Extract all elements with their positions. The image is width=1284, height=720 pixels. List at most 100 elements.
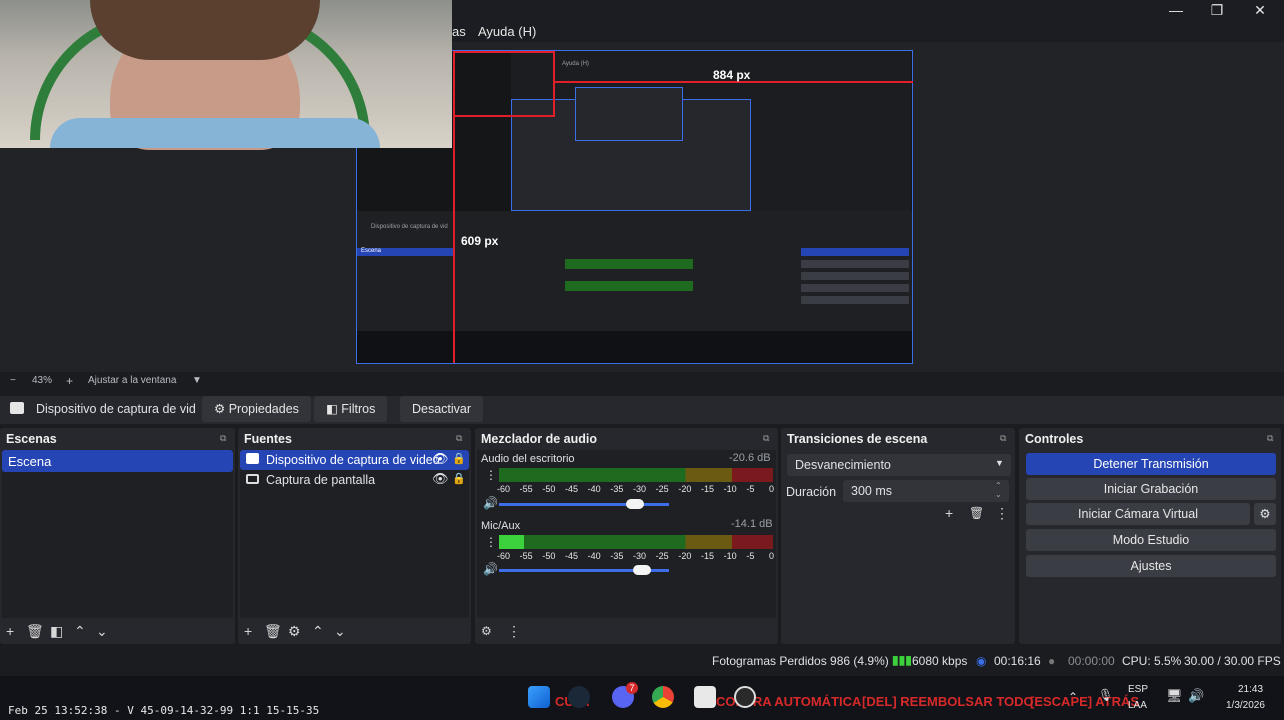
- zoom-fit[interactable]: Ajustar a la ventana: [88, 375, 176, 386]
- chrome-icon[interactable]: [652, 686, 674, 708]
- lang-2[interactable]: LAA: [1128, 700, 1147, 711]
- add-scene-button[interactable]: +: [6, 623, 14, 639]
- stepper-up-icon[interactable]: ⌃: [995, 481, 1002, 490]
- meter-tick-label: -15: [701, 551, 715, 561]
- nested-title: Ayuda (H): [562, 61, 589, 67]
- speaker-icon[interactable]: 🔊: [483, 496, 498, 510]
- obs-icon[interactable]: [734, 686, 756, 708]
- speaker-icon[interactable]: 🔊: [483, 562, 498, 576]
- move-up-icon[interactable]: ⌃: [74, 623, 86, 640]
- dock-float-icon[interactable]: ⧉: [1267, 433, 1273, 444]
- deactivate-button[interactable]: Desactivar: [400, 396, 484, 422]
- meter-tick-label: 0: [769, 551, 775, 561]
- add-transition-button[interactable]: +: [945, 505, 953, 521]
- steam-icon[interactable]: [568, 686, 590, 708]
- duration-field[interactable]: 300 ms ⌃ ⌄: [843, 480, 1009, 502]
- record-time: 00:00:00: [1068, 654, 1115, 668]
- channel-name-0: Audio del escritorio: [481, 453, 575, 465]
- dock-float-icon[interactable]: ⧉: [763, 433, 769, 444]
- clock-date[interactable]: 1/3/2026: [1226, 700, 1265, 711]
- filters-button[interactable]: ◧ Filtros: [314, 396, 388, 422]
- menu-dots-icon[interactable]: ⋮: [995, 505, 1009, 522]
- menu-fragment[interactable]: as: [452, 24, 466, 39]
- hair-shape: [90, 0, 320, 60]
- volume-knob-1[interactable]: [632, 565, 651, 575]
- signal-icon: ▮▮▮: [892, 653, 912, 667]
- menu-dots-icon[interactable]: ⋮: [485, 468, 497, 482]
- menu-dots-icon[interactable]: ⋮: [507, 623, 521, 640]
- height-label: 609 px: [461, 234, 499, 248]
- meter-tick-label: -30: [633, 484, 647, 494]
- meter-ticks-1: -60 -55 -50 -45 -40 -35 -30 -25 -20 -15 -10 -5 0: [497, 551, 775, 563]
- clock-time[interactable]: 21:43: [1238, 684, 1263, 695]
- scenes-list: Escena: [2, 450, 233, 618]
- source-label-0: Dispositivo de captura de video: [266, 453, 440, 467]
- fps: 30.00 / 30.00 FPS: [1184, 654, 1281, 668]
- meter-tick-label: -40: [587, 551, 601, 561]
- scene-item[interactable]: Escena: [2, 450, 233, 472]
- app-icon[interactable]: [694, 686, 716, 708]
- add-source-button[interactable]: +: [244, 623, 252, 639]
- meter-tick-label: -55: [519, 484, 533, 494]
- chevron-down-icon[interactable]: ▼: [192, 375, 202, 386]
- zoom-out-button[interactable]: −: [10, 375, 16, 386]
- gear-icon[interactable]: ⚙: [481, 624, 492, 638]
- meter-tick-label: -10: [723, 551, 737, 561]
- minimize-button[interactable]: —: [1156, 2, 1196, 18]
- maximize-button[interactable]: ❐: [1197, 2, 1237, 18]
- meter-tick-label: -45: [565, 551, 579, 561]
- eye-icon[interactable]: 👁: [432, 451, 449, 467]
- duration-label: Duración: [786, 485, 837, 499]
- source-item-0[interactable]: Dispositivo de captura de video 👁 🔒: [240, 450, 469, 470]
- meter-tick-label: -20: [678, 484, 692, 494]
- transition-select[interactable]: Desvanecimiento ▼: [787, 454, 1011, 476]
- move-down-icon[interactable]: ⌄: [96, 623, 108, 640]
- start-virtual-camera-button[interactable]: Iniciar Cámara Virtual: [1026, 503, 1250, 525]
- lock-icon[interactable]: 🔒: [452, 472, 466, 485]
- overlay-red-2: [DEL] REEMBOLSAR TODO: [862, 694, 1034, 709]
- chevron-up-icon[interactable]: ⌃: [1068, 690, 1078, 704]
- stop-stream-button[interactable]: Detener Transmisión: [1026, 453, 1276, 475]
- scenes-title: Escenas: [6, 432, 57, 446]
- trash-icon[interactable]: 🗑: [26, 623, 44, 640]
- studio-mode-button[interactable]: Modo Estudio: [1026, 529, 1276, 551]
- guide-vertical: [453, 51, 455, 363]
- meter-tick-label: -45: [565, 484, 579, 494]
- close-button[interactable]: ✕: [1240, 2, 1280, 18]
- dock-float-icon[interactable]: ⧉: [1000, 433, 1006, 444]
- dock-float-icon[interactable]: ⧉: [220, 433, 226, 444]
- stepper-down-icon[interactable]: ⌄: [995, 490, 1002, 499]
- sources-title: Fuentes: [244, 432, 292, 446]
- filters-label: Filtros: [341, 402, 376, 416]
- dock-float-icon[interactable]: ⧉: [456, 433, 462, 444]
- nested-scene: Escena: [361, 248, 382, 254]
- meter-tick-label: -40: [587, 484, 601, 494]
- camera-icon: [10, 402, 24, 414]
- stream-icon: ◉: [976, 654, 987, 668]
- start-recording-button[interactable]: Iniciar Grabación: [1026, 478, 1276, 500]
- filter-icon[interactable]: ◧: [50, 623, 63, 640]
- settings-button[interactable]: Ajustes: [1026, 555, 1276, 577]
- windows-start-icon[interactable]: [528, 686, 550, 708]
- menu-help[interactable]: Ayuda (H): [478, 24, 536, 39]
- nested-source-label: Dispositivo de captura de vid: [371, 224, 448, 230]
- volume-icon[interactable]: 🔊: [1188, 688, 1204, 704]
- menu-dots-icon[interactable]: ⋮: [485, 535, 497, 549]
- gear-icon[interactable]: ⚙: [288, 623, 301, 640]
- source-item-1[interactable]: Captura de pantalla 👁 🔒: [240, 470, 469, 490]
- properties-button[interactable]: ⚙ Propiedades: [202, 396, 311, 422]
- zoom-in-button[interactable]: +: [66, 374, 73, 388]
- gear-icon[interactable]: ⚙: [1254, 503, 1276, 525]
- move-up-icon[interactable]: ⌃: [312, 623, 324, 640]
- network-icon[interactable]: 🖥: [1166, 688, 1183, 704]
- lang-1[interactable]: ESP: [1128, 684, 1148, 695]
- lock-icon[interactable]: 🔒: [452, 452, 466, 465]
- guide-box-top: [453, 51, 553, 53]
- volume-knob-0[interactable]: [626, 499, 644, 509]
- move-down-icon[interactable]: ⌄: [334, 623, 346, 640]
- eye-icon[interactable]: 👁: [432, 471, 449, 487]
- controls-dock: Controles ⧉ Detener Transmisión Iniciar …: [1019, 428, 1281, 644]
- trash-icon[interactable]: 🗑: [264, 623, 282, 640]
- trash-icon[interactable]: 🗑: [969, 506, 984, 520]
- mic-icon[interactable]: 🎙: [1098, 688, 1113, 702]
